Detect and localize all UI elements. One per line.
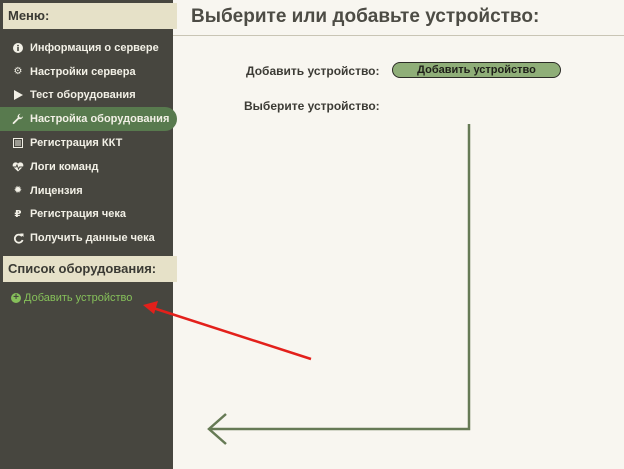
wrench-icon (11, 113, 25, 125)
menu-item-get-receipt-data[interactable]: Получить данные чека (0, 226, 173, 250)
menu-item-server-info[interactable]: Информация о сервере (0, 36, 173, 60)
menu-item-label: Лицензия (30, 184, 83, 197)
menu-item-server-settings[interactable]: ⚙ Настройки сервера (0, 60, 173, 84)
add-device-link[interactable]: + Добавить устройство (11, 292, 132, 304)
menu-item-equipment-test[interactable]: Тест оборудования (0, 84, 173, 108)
menu-item-label: Получить данные чека (30, 232, 155, 245)
menu-item-command-logs[interactable]: Логи команд (0, 155, 173, 179)
menu-item-receipt-registration[interactable]: ₽ Регистрация чека (0, 203, 173, 227)
add-device-link-label: Добавить устройство (24, 292, 133, 304)
menu-header: Меню: (3, 3, 177, 29)
menu-item-label: Логи команд (30, 160, 99, 173)
menu-list: Информация о сервере ⚙ Настройки сервера… (0, 36, 177, 250)
menu-item-label: Настройка оборудования (30, 113, 170, 126)
menu-item-kkt-registration[interactable]: Регистрация ККТ (0, 131, 173, 155)
menu-item-label: Информация о сервере (30, 41, 159, 54)
heartbeat-icon (11, 162, 25, 172)
add-device-label: Добавить устройство: (246, 64, 380, 78)
select-device-label: Выберите устройство: (244, 99, 380, 113)
list-icon (11, 138, 25, 149)
menu-item-license[interactable]: ✹ Лицензия (0, 179, 173, 203)
menu-item-equipment-setup[interactable]: Настройка оборудования (0, 107, 177, 132)
menu-item-label: Настройки сервера (30, 65, 136, 78)
menu-item-label: Регистрация чека (30, 208, 126, 221)
play-icon (11, 90, 25, 101)
ruble-icon: ₽ (14, 208, 22, 220)
green-arrow (207, 124, 471, 445)
equipment-list-header: Список оборудования: (3, 256, 177, 282)
title-divider (173, 35, 624, 36)
info-icon (11, 42, 25, 53)
menu-item-label: Регистрация ККТ (30, 137, 123, 150)
gears-icon: ⚙ (13, 66, 23, 78)
refresh-icon (11, 233, 25, 244)
plus-circle-icon: + (11, 293, 21, 303)
sidebar: Меню: Информация о сервере ⚙ Настройки с… (0, 0, 177, 469)
certificate-icon: ✹ (13, 185, 23, 197)
page-title: Выберите или добавьте устройство: (191, 6, 540, 27)
menu-item-label: Тест оборудования (30, 89, 136, 102)
add-device-button[interactable]: Добавить устройство (392, 62, 561, 78)
